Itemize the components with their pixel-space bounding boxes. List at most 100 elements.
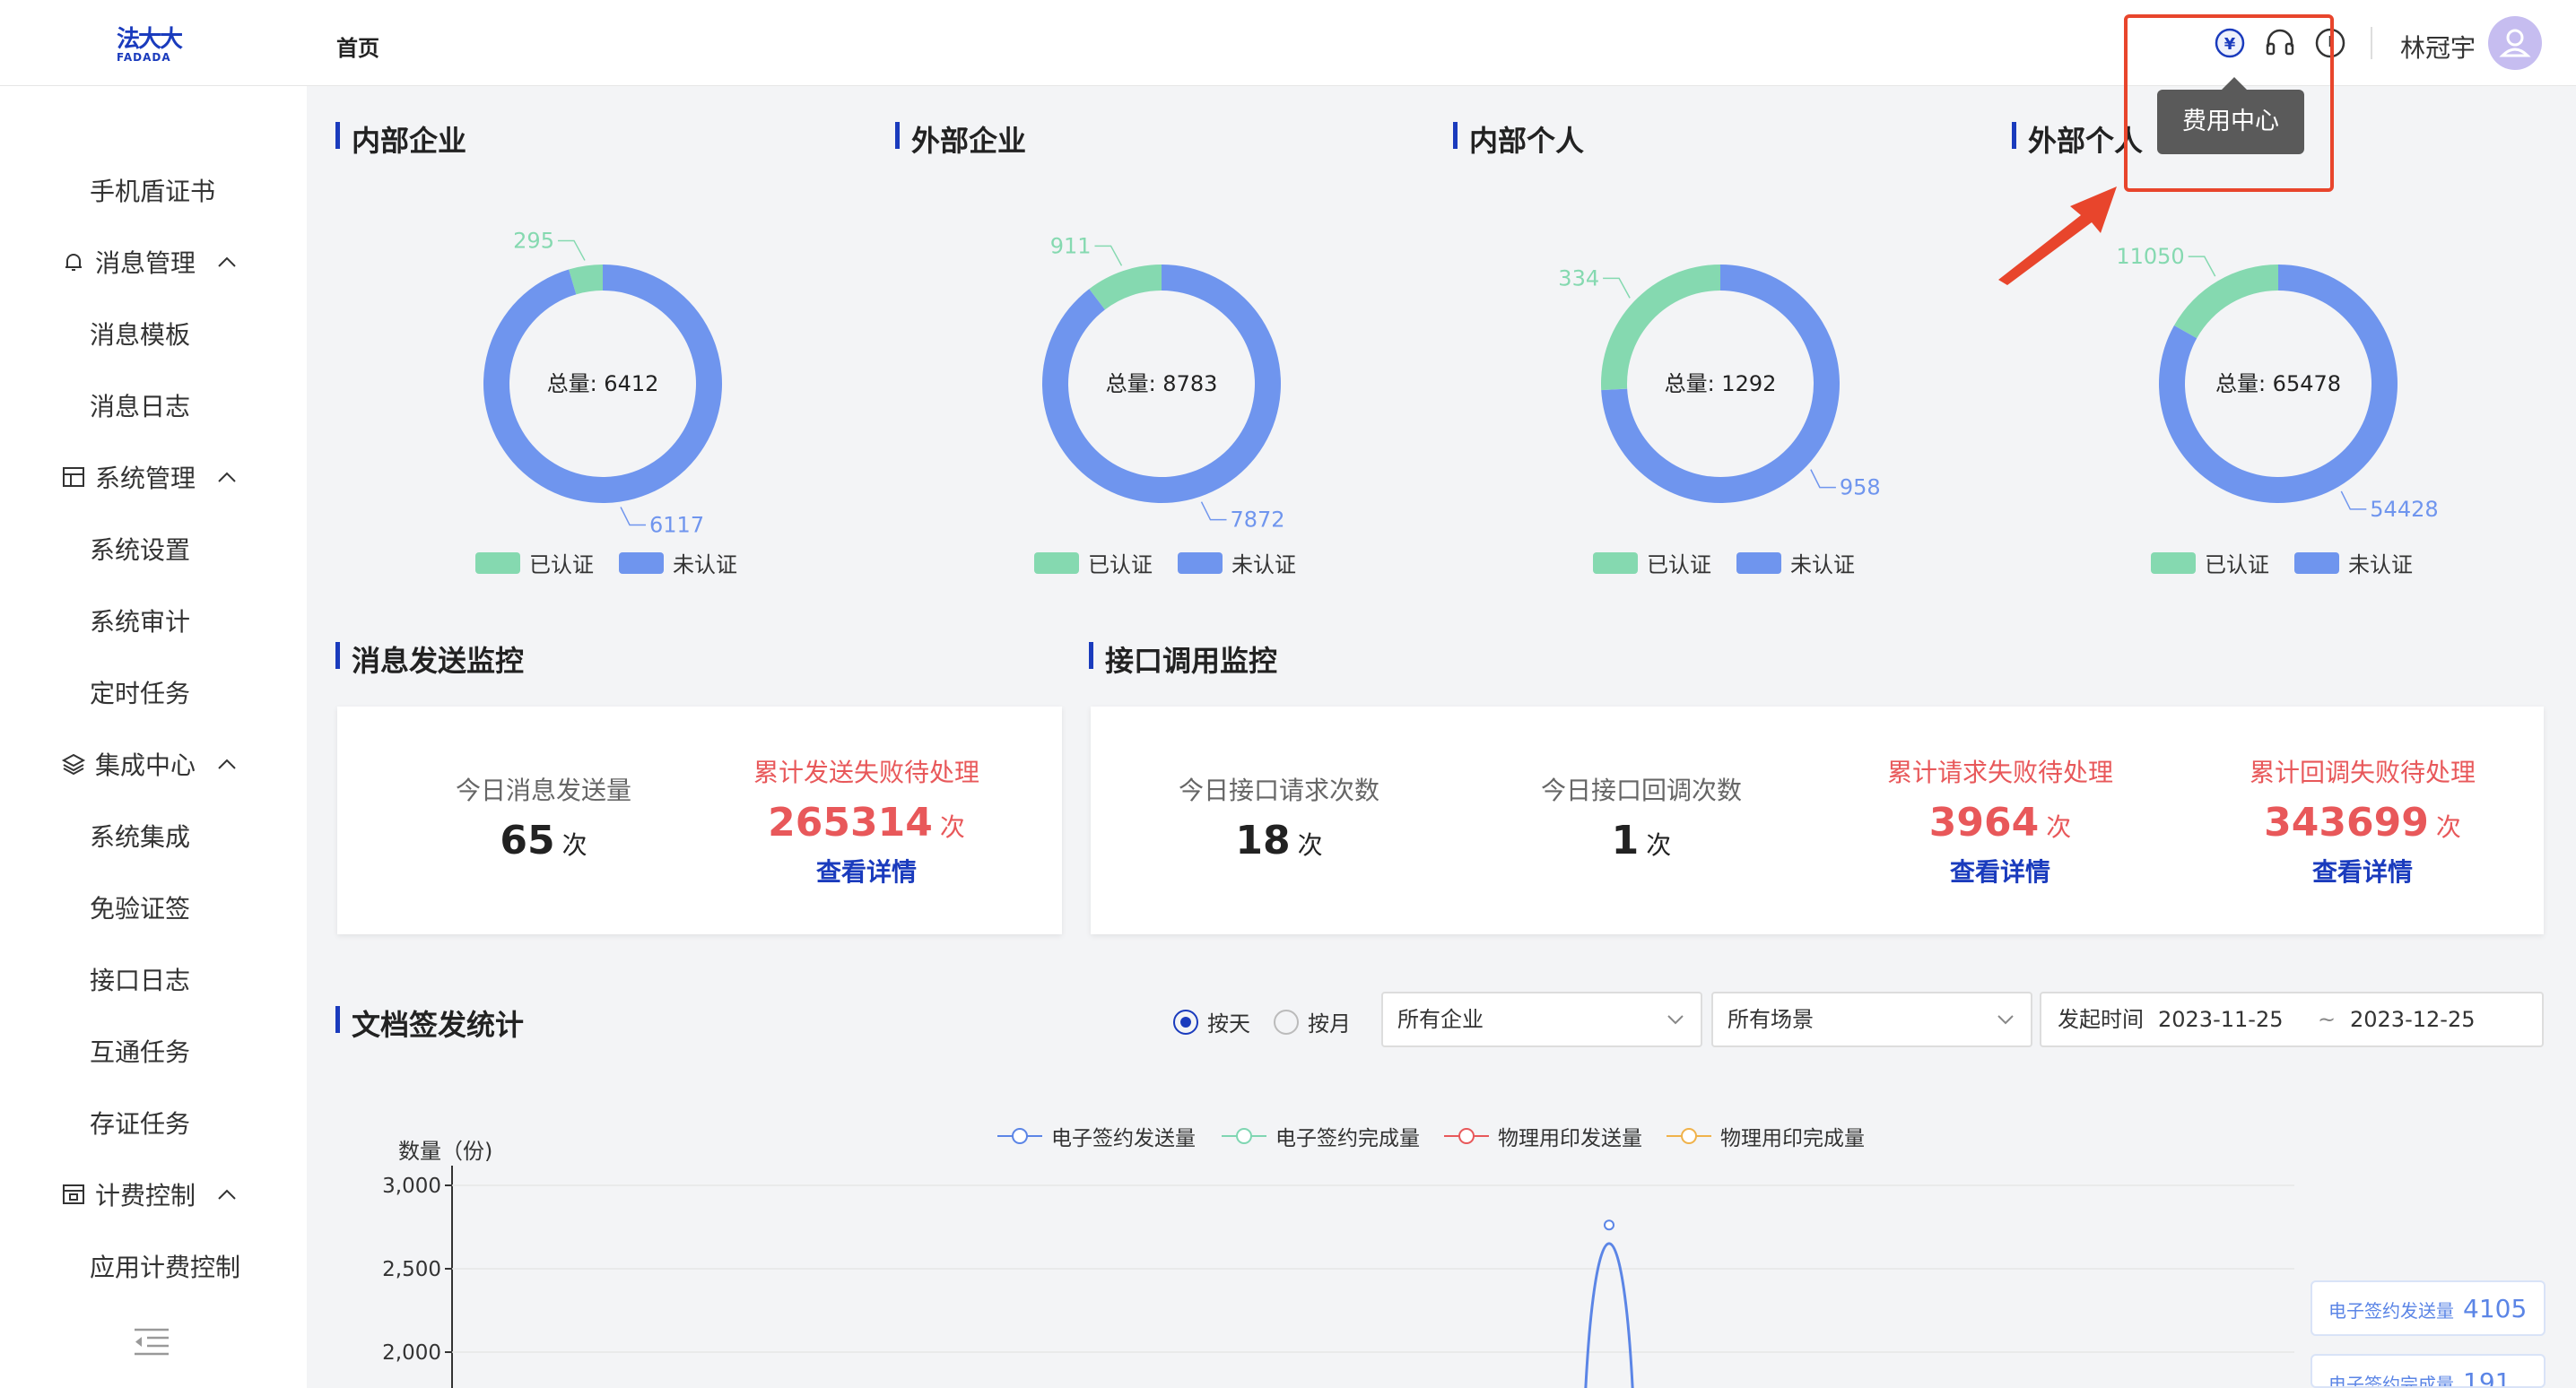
- chevron-up-icon: [218, 759, 236, 769]
- legend-swatch-certified: [1593, 551, 1638, 574]
- sidebar-group-system[interactable]: 系统管理: [61, 459, 237, 495]
- chart-legend-esign-done[interactable]: 电子签约完成量: [1222, 1121, 1420, 1151]
- chart-legend-label: 电子签约完成量: [1275, 1127, 1420, 1150]
- metric-value: 3964: [1928, 800, 2040, 846]
- avatar[interactable]: [2488, 16, 2542, 70]
- chart-legend-esign-sent[interactable]: 电子签约发送量: [997, 1121, 1196, 1151]
- metric-label: 累计发送失败待处理: [753, 758, 979, 787]
- donut-legend: 已认证 未认证: [475, 547, 737, 578]
- scene-select[interactable]: 所有场景: [1711, 992, 2032, 1047]
- sidebar-item-msg-template[interactable]: 消息模板: [90, 316, 190, 351]
- donut-slice-certified[interactable]: [2173, 265, 2278, 339]
- sidebar-item-evidence-task[interactable]: 存证任务: [90, 1105, 190, 1141]
- legend-marker: [1222, 1128, 1266, 1144]
- metric-unit: 次: [2435, 812, 2461, 842]
- billing-icon: [63, 1184, 84, 1204]
- sidebar-item-sys-audit[interactable]: 系统审计: [90, 603, 190, 638]
- view-details-link[interactable]: 查看详情: [732, 853, 1001, 889]
- sidebar-item-app-billing[interactable]: 应用计费控制: [90, 1248, 240, 1284]
- user-icon: [2499, 29, 2531, 57]
- date-start-input[interactable]: 2023-11-25: [2158, 993, 2283, 1045]
- legend-uncertified[interactable]: 未认证: [1790, 547, 1855, 578]
- view-details-link[interactable]: 查看详情: [1866, 853, 2135, 889]
- label-leader-certified: [1094, 245, 1123, 266]
- layout-icon: [63, 467, 84, 487]
- section-title-internal-company: 内部企业: [335, 118, 466, 160]
- legend-swatch-uncertified: [1736, 551, 1781, 574]
- sidebar-item-interop-task[interactable]: 互通任务: [90, 1033, 190, 1069]
- fadada-logo[interactable]: 法大大 FADADA: [117, 27, 192, 63]
- donut-legend: 已认证 未认证: [1593, 547, 1855, 578]
- donut-chart-internal-person: 总量: 1292 334 958: [1558, 265, 1881, 503]
- donut-value-certified: 295: [513, 228, 554, 253]
- legend-swatch-uncertified: [2294, 551, 2339, 574]
- metric-unit: 次: [939, 812, 965, 842]
- metric-value-row: 1次: [1507, 818, 1776, 863]
- chart-legend-label: 物理用印完成量: [1720, 1127, 1865, 1150]
- y-tick-label: 3,000: [382, 1175, 441, 1198]
- select-value: 所有场景: [1727, 1007, 1814, 1032]
- sidebar: 手机盾证书 消息管理 消息模板 消息日志 系统管理 系统设置 系统审计 定时任务…: [0, 86, 307, 1388]
- value-box-value: 191: [2463, 1367, 2511, 1388]
- section-title-external-company: 外部企业: [895, 118, 1026, 160]
- sidebar-item-mobile-cert[interactable]: 手机盾证书: [90, 172, 215, 208]
- label-leader-uncertified: [2340, 490, 2367, 510]
- sidebar-group-label: 计费控制: [95, 1181, 196, 1210]
- radio-by-day[interactable]: 按天: [1173, 1006, 1250, 1037]
- sidebar-item-api-log[interactable]: 接口日志: [90, 961, 190, 997]
- date-range-picker[interactable]: 发起时间 2023-11-25 ~ 2023-12-25: [2040, 992, 2544, 1047]
- metric-value-row: 265314 次: [732, 800, 1001, 846]
- nav-home[interactable]: 首页: [336, 30, 379, 62]
- legend-marker: [997, 1128, 1042, 1144]
- collapse-menu-icon[interactable]: [133, 1327, 170, 1356]
- data-point-peak[interactable]: [1604, 1219, 1614, 1231]
- view-details-link[interactable]: 查看详情: [2228, 853, 2497, 889]
- metric-unit: 次: [561, 830, 587, 860]
- radio-button-checked[interactable]: [1173, 1009, 1198, 1035]
- sidebar-group-integration[interactable]: 集成中心: [61, 746, 237, 782]
- sidebar-item-msg-log[interactable]: 消息日志: [90, 387, 190, 423]
- donut-value-certified: 911: [1050, 233, 1092, 258]
- sidebar-group-label: 集成中心: [95, 750, 196, 780]
- radio-button[interactable]: [1274, 1009, 1299, 1035]
- sidebar-item-scheduled-task[interactable]: 定时任务: [90, 674, 190, 710]
- legend-uncertified[interactable]: 未认证: [1231, 547, 1296, 578]
- legend-certified[interactable]: 已认证: [1088, 547, 1153, 578]
- legend-certified[interactable]: 已认证: [1647, 547, 1711, 578]
- msg-monitor-card: 今日消息发送量 65 次 累计发送失败待处理 265314 次 查看详情: [337, 707, 1062, 934]
- legend-uncertified[interactable]: 未认证: [673, 547, 737, 578]
- donut-legend: 已认证 未认证: [1034, 547, 1296, 578]
- username[interactable]: 林冠宇: [2400, 29, 2476, 65]
- metric-callback-fail: 累计回调失败待处理 343699 次 查看详情: [2228, 753, 2497, 889]
- sidebar-item-sys-settings[interactable]: 系统设置: [90, 531, 190, 567]
- chevron-up-icon: [218, 1189, 236, 1200]
- logo-cn: 法大大: [117, 26, 183, 53]
- chart-value-box-esign-sent: 电子签约发送量 4105: [2311, 1280, 2546, 1336]
- company-select[interactable]: 所有企业: [1381, 992, 1702, 1047]
- legend-uncertified[interactable]: 未认证: [2348, 547, 2413, 578]
- layers-icon: [61, 753, 86, 776]
- legend-certified[interactable]: 已认证: [529, 547, 594, 578]
- radio-by-month[interactable]: 按月: [1274, 1006, 1351, 1037]
- series-line-esign-sent[interactable]: [1584, 1242, 1634, 1388]
- donut-total-label: 总量: 6412: [547, 371, 659, 396]
- sidebar-group-message[interactable]: 消息管理: [61, 244, 237, 280]
- donut-value-uncertified: 54428: [2370, 497, 2438, 522]
- legend-certified[interactable]: 已认证: [2205, 547, 2269, 578]
- sidebar-group-billing[interactable]: 计费控制: [61, 1176, 237, 1212]
- donut-slice-certified[interactable]: [1089, 265, 1162, 310]
- metric-today-request: 今日接口请求次数 18 次: [1144, 771, 1414, 863]
- donut-chart-external-company: 总量: 8783 911 7872: [1042, 233, 1285, 533]
- label-leader-uncertified: [620, 507, 647, 526]
- sidebar-item-sys-integration[interactable]: 系统集成: [90, 818, 190, 854]
- fee-center-tooltip: 费用中心: [2157, 77, 2304, 154]
- top-divider: [2371, 27, 2372, 59]
- date-end-input[interactable]: 2023-12-25: [2350, 993, 2475, 1045]
- metric-value: 1: [1611, 818, 1640, 863]
- date-separator: ~: [2318, 1007, 2337, 1032]
- chart-legend-stamp-sent[interactable]: 物理用印发送量: [1444, 1121, 1642, 1151]
- radio-label: 按月: [1308, 1011, 1351, 1037]
- chart-legend-stamp-done[interactable]: 物理用印完成量: [1667, 1121, 1865, 1151]
- chevron-down-icon: [1667, 1015, 1684, 1025]
- sidebar-item-no-verify-sign[interactable]: 免验证签: [90, 889, 190, 925]
